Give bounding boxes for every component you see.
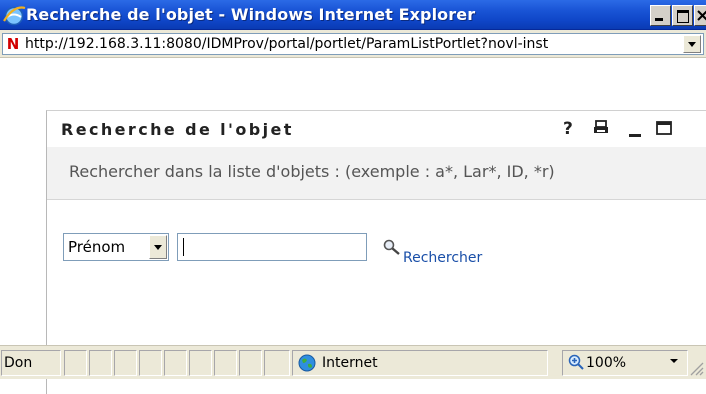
status-panel <box>64 350 87 376</box>
zoom-level: 100% <box>586 355 627 371</box>
url-text: http://192.168.3.11:8080/IDMProv/portal/… <box>25 36 549 52</box>
chevron-down-icon <box>688 42 696 47</box>
chevron-down-icon <box>154 245 162 250</box>
search-input[interactable] <box>177 233 367 261</box>
print-icon[interactable] <box>593 119 609 137</box>
zoom-icon <box>568 354 584 370</box>
attribute-select-value: Prénom <box>68 238 126 256</box>
url-field[interactable]: N http://192.168.3.11:8080/IDMProv/porta… <box>2 33 704 55</box>
status-text-panel: Don <box>1 350 61 376</box>
attribute-select[interactable]: Prénom <box>63 233 169 261</box>
text-cursor <box>183 238 184 256</box>
maximize-window-button[interactable] <box>672 5 693 26</box>
description-band: Rechercher dans la liste d'objets : (exe… <box>47 147 706 200</box>
novell-icon: N <box>6 35 20 53</box>
chevron-down-icon[interactable] <box>669 357 679 365</box>
status-text: Don <box>4 355 33 371</box>
globe-icon <box>298 354 316 372</box>
close-icon <box>697 10 706 21</box>
minimize-icon[interactable] <box>627 119 643 139</box>
status-panel <box>214 350 237 376</box>
security-zone-label: Internet <box>322 355 378 371</box>
page-content: Recherche de l'objet ? Rechercher dans l… <box>0 58 706 394</box>
maximize-glyph-icon <box>677 10 689 23</box>
minimize-window-button[interactable] <box>650 5 671 26</box>
maximize-icon[interactable] <box>655 119 673 137</box>
ie-icon <box>3 6 26 26</box>
status-panel <box>164 350 187 376</box>
address-bar: N http://192.168.3.11:8080/IDMProv/porta… <box>0 30 706 58</box>
portlet-header: Recherche de l'objet ? <box>47 111 706 147</box>
search-instructions: Rechercher dans la liste d'objets : (exe… <box>69 162 555 181</box>
status-panel <box>239 350 262 376</box>
close-window-button[interactable] <box>694 5 706 26</box>
status-panel <box>189 350 212 376</box>
window-title: Recherche de l'objet - Windows Internet … <box>26 5 476 24</box>
help-icon[interactable]: ? <box>563 119 573 139</box>
status-panel <box>114 350 137 376</box>
minimize-glyph-icon <box>655 18 663 21</box>
status-bar: Don Internet 100% <box>0 345 706 379</box>
address-dropdown-button[interactable] <box>683 35 701 53</box>
window-titlebar[interactable]: Recherche de l'objet - Windows Internet … <box>0 0 706 30</box>
search-icon[interactable] <box>383 239 401 255</box>
status-panel <box>264 350 290 376</box>
status-panel <box>89 350 112 376</box>
portlet-title: Recherche de l'objet <box>61 120 294 139</box>
search-button[interactable]: Rechercher <box>403 250 482 266</box>
resize-grip-icon[interactable] <box>688 360 704 376</box>
status-panel <box>139 350 162 376</box>
attribute-select-button[interactable] <box>149 235 167 259</box>
